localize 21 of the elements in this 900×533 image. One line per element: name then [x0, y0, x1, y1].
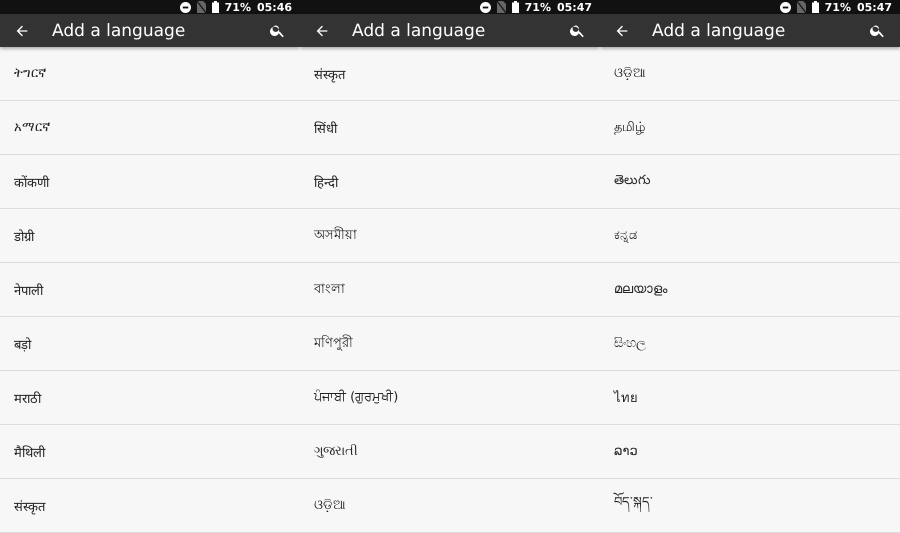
screen-title: Add a language: [352, 20, 486, 41]
language-item[interactable]: ಕನ್ನಡ: [600, 209, 900, 263]
language-item[interactable]: తెలుగు: [600, 155, 900, 209]
language-item[interactable]: සිංහල: [600, 317, 900, 371]
battery-percentage: 71%: [824, 0, 851, 14]
battery-percentage: 71%: [524, 0, 551, 14]
language-item[interactable]: ລາວ: [600, 425, 900, 479]
battery-percentage: 71%: [224, 0, 251, 14]
screen-title: Add a language: [652, 20, 786, 41]
language-item[interactable]: བོད་སྐད་: [600, 479, 900, 533]
status-time: 05:46: [256, 0, 292, 14]
language-item[interactable]: ไทย: [600, 371, 900, 425]
language-item[interactable]: ଓଡ଼ିଆ: [600, 47, 900, 101]
status-time: 05:47: [556, 0, 592, 14]
battery-icon: [512, 1, 519, 14]
screen-title: Add a language: [52, 20, 186, 41]
battery-icon: [812, 1, 819, 14]
language-item[interactable]: தமிழ்: [600, 101, 900, 155]
battery-icon: [212, 1, 219, 14]
language-item[interactable]: മലയാളം: [600, 263, 900, 317]
status-time: 05:47: [856, 0, 892, 14]
